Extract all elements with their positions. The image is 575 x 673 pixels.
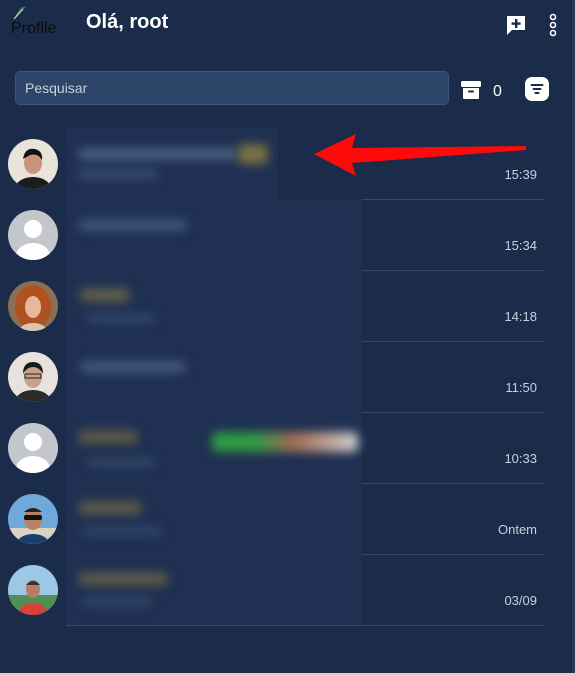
chat-list-item[interactable]: 11:50 bbox=[0, 341, 545, 413]
contact-avatar bbox=[8, 352, 58, 402]
chat-preview-redacted bbox=[66, 199, 362, 270]
chat-plus-icon bbox=[507, 16, 525, 35]
chat-preview-redacted bbox=[66, 270, 362, 341]
chat-time: 11:50 bbox=[505, 380, 537, 395]
chat-time: Ontem bbox=[497, 522, 537, 537]
chat-list-item[interactable]: 10:33 bbox=[0, 412, 545, 484]
profile-avatar[interactable]: Profile bbox=[8, 6, 60, 42]
archived-button[interactable] bbox=[459, 78, 483, 102]
archive-icon bbox=[461, 81, 481, 99]
search-input[interactable] bbox=[14, 70, 450, 106]
contact-avatar bbox=[8, 210, 58, 260]
divider bbox=[66, 625, 545, 626]
contact-avatar bbox=[8, 423, 58, 473]
red-arrow-annotation bbox=[314, 134, 526, 176]
chat-time: 03/09 bbox=[504, 593, 537, 608]
chat-list-item[interactable]: Ontem bbox=[0, 483, 545, 555]
filter-icon bbox=[525, 77, 549, 101]
chat-list-item[interactable]: 03/09 bbox=[0, 554, 545, 626]
chat-preview-redacted bbox=[66, 341, 362, 412]
contact-avatar bbox=[8, 494, 58, 544]
profile-alt-text: Profile bbox=[11, 20, 57, 37]
chat-preview-redacted bbox=[66, 554, 362, 625]
chat-preview-redacted bbox=[66, 412, 362, 483]
feather-icon bbox=[13, 6, 26, 20]
contact-avatar bbox=[8, 565, 58, 615]
new-chat-button[interactable] bbox=[505, 14, 527, 36]
more-vertical-icon bbox=[549, 13, 557, 37]
chat-time: 14:18 bbox=[504, 309, 537, 324]
chat-preview-redacted bbox=[66, 483, 362, 554]
contact-avatar bbox=[8, 281, 58, 331]
contact-avatar bbox=[8, 139, 58, 189]
chat-time: 10:33 bbox=[504, 451, 537, 466]
archived-count: 0 bbox=[493, 83, 502, 100]
app-header: Profile Olá, root bbox=[0, 0, 575, 56]
filter-button[interactable] bbox=[524, 76, 550, 102]
chat-preview-redacted bbox=[66, 128, 278, 199]
page-title: Olá, root bbox=[86, 11, 169, 33]
menu-button[interactable] bbox=[542, 12, 564, 38]
chat-list-item[interactable]: 14:18 bbox=[0, 270, 545, 342]
chat-list-item[interactable]: 15:34 bbox=[0, 199, 545, 271]
chat-time: 15:34 bbox=[504, 238, 537, 253]
